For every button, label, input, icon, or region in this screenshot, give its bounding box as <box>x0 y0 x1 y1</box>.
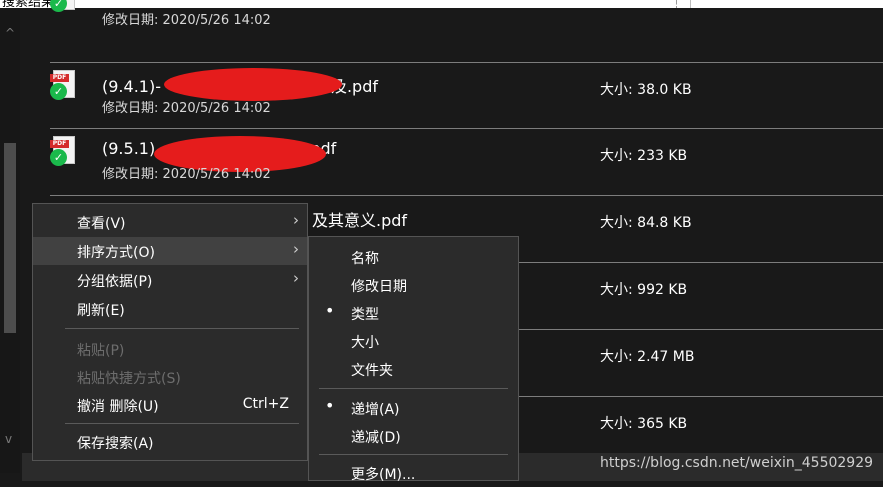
submenu-item-more[interactable]: 更多(M)... <box>309 459 518 487</box>
submenu-item-date-modified[interactable]: 修改日期 <box>309 271 518 299</box>
bullet-icon: • <box>325 396 335 415</box>
menu-item-paste: 粘贴(P) <box>77 343 125 359</box>
shortcut-label: Ctrl+Z <box>242 396 289 412</box>
file-size: 大小: 38.0 KB <box>600 82 692 98</box>
pdf-file-icon: PDF ✓ <box>50 70 76 100</box>
file-size: 大小: 365 KB <box>600 416 688 432</box>
file-size: 大小: 2.47 MB <box>600 349 695 365</box>
menu-item-refresh[interactable]: 刷新(E) <box>33 295 307 323</box>
file-size: 大小: 105 KB <box>600 0 688 10</box>
chevron-right-icon: › <box>293 269 299 287</box>
menu-divider <box>65 328 299 329</box>
file-date: 修改日期: 2020/5/26 14:02 <box>102 13 271 28</box>
submenu-item-size[interactable]: 大小 <box>309 327 518 355</box>
bullet-icon: • <box>325 301 335 320</box>
file-date: 修改日期: 2020/5/26 14:02 <box>102 167 271 182</box>
context-menu: 查看(V) › 排序方式(O) › 分组依据(P) › 刷新(E) 粘贴(P) … <box>32 203 308 461</box>
scroll-down-icon[interactable]: v <box>5 432 12 446</box>
submenu-item-name[interactable]: 名称 <box>309 243 518 271</box>
menu-item-undo-delete[interactable]: 撤消 删除(U) Ctrl+Z <box>33 391 307 419</box>
menu-divider <box>65 423 299 424</box>
submenu-item-type[interactable]: • 类型 <box>309 299 518 327</box>
menu-divider <box>319 454 508 455</box>
file-name: (9.3.1)-中国共产党成功推动国家治理体系现代化的制度优势.pdf <box>102 0 560 9</box>
file-row[interactable]: PDF ✓ (9.4.1)- 及.pdf 修改日期: 2020/5/26 14:0… <box>22 62 883 129</box>
pdf-file-icon: PDF ✓ <box>50 136 76 166</box>
file-row[interactable]: PDF ✓ (9.5.1).pdf 修改日期: 2020/5/26 14:02 … <box>22 128 883 195</box>
row-divider <box>50 128 883 129</box>
scrollbar-thumb[interactable] <box>4 143 16 333</box>
row-divider <box>50 62 883 63</box>
row-divider <box>50 195 883 196</box>
sort-submenu: 名称 修改日期 • 类型 大小 文件夹 • 递增(A) 递减(D) 更多(M).… <box>308 236 519 483</box>
menu-divider <box>319 388 508 389</box>
file-size: 大小: 233 KB <box>600 148 688 164</box>
menu-item-sort-by[interactable]: 排序方式(O) › <box>33 237 307 265</box>
check-icon: ✓ <box>50 83 67 100</box>
submenu-item-descending[interactable]: 递减(D) <box>309 422 518 450</box>
file-row[interactable]: PDF ✓ (9.3.1)-中国共产党成功推动国家治理体系现代化的制度优势.pd… <box>22 0 883 41</box>
file-size: 大小: 992 KB <box>600 282 688 298</box>
pdf-file-icon: PDF ✓ <box>50 0 76 12</box>
check-icon: ✓ <box>50 0 67 12</box>
chevron-right-icon: › <box>293 211 299 229</box>
vertical-scrollbar[interactable]: ^ v <box>0 8 20 473</box>
watermark-text: https://blog.csdn.net/weixin_45502929 <box>600 455 874 471</box>
chevron-right-icon: › <box>293 240 299 258</box>
check-icon: ✓ <box>50 149 67 166</box>
menu-item-paste-shortcut: 粘贴快捷方式(S) <box>77 371 181 387</box>
submenu-item-folder[interactable]: 文件夹 <box>309 355 518 383</box>
file-date: 修改日期: 2020/5/26 14:02 <box>102 101 271 116</box>
menu-item-view[interactable]: 查看(V) › <box>33 208 307 236</box>
file-name: 及其意义.pdf <box>312 211 408 230</box>
file-size: 大小: 84.8 KB <box>600 215 692 231</box>
menu-item-group-by[interactable]: 分组依据(P) › <box>33 266 307 294</box>
submenu-item-ascending[interactable]: • 递增(A) <box>309 394 518 422</box>
menu-item-save-search[interactable]: 保存搜索(A) <box>33 428 307 456</box>
scroll-up-icon[interactable]: ^ <box>5 26 15 40</box>
